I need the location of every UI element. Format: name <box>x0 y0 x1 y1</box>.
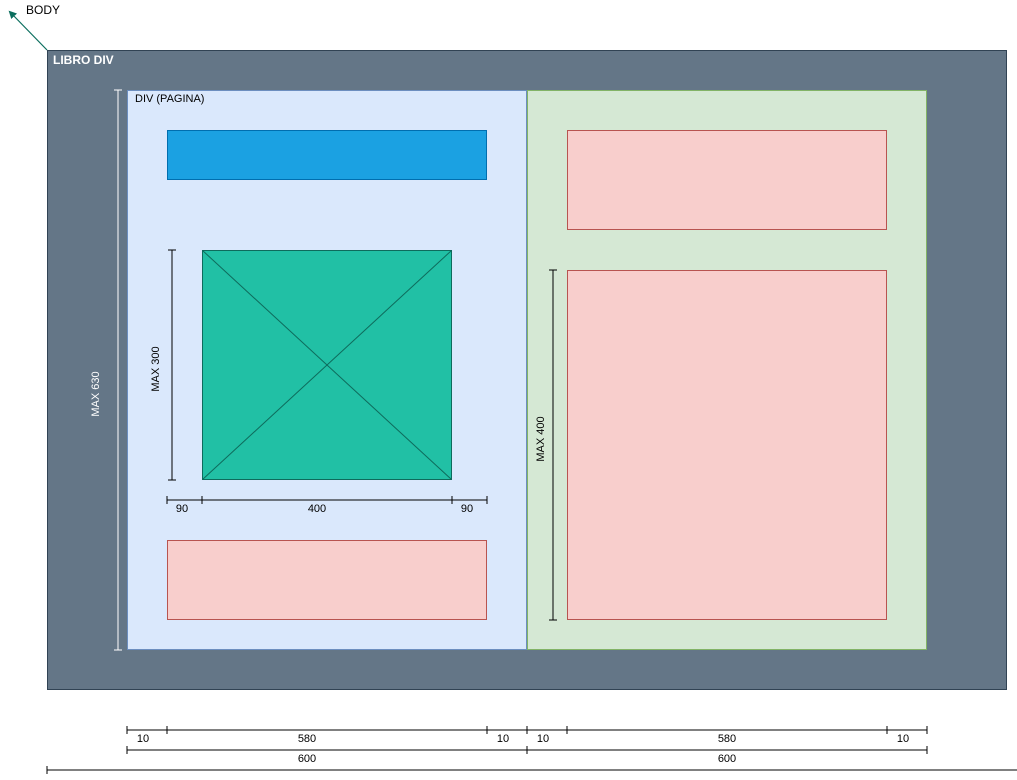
left-page-content-label: 580 <box>297 733 317 745</box>
max-300-label: MAX 300 <box>150 346 162 392</box>
right-top-block <box>567 130 887 230</box>
right-page-margin-right-label: 10 <box>896 733 910 745</box>
image-right-margin-label: 90 <box>460 503 474 515</box>
header-bar <box>167 130 487 180</box>
image-placeholder <box>202 250 452 480</box>
max-400-label: MAX 400 <box>535 416 547 462</box>
body-width-dimension <box>46 766 1017 774</box>
libro-div-label: LIBRO DIV <box>53 53 114 67</box>
right-page-margin-left-label: 10 <box>536 733 550 745</box>
left-bottom-block <box>167 540 487 620</box>
body-label: BODY <box>26 3 61 17</box>
page-div-label: DIV (PAGINA) <box>135 93 205 105</box>
max-630-label: MAX 630 <box>90 371 102 417</box>
left-page-width-label: 600 <box>297 753 317 765</box>
body-arrow <box>8 10 48 51</box>
right-page-content-label: 580 <box>717 733 737 745</box>
page-width-dimension <box>126 746 928 754</box>
left-page-margin-left-label: 10 <box>136 733 150 745</box>
page-margin-dimension <box>126 726 928 734</box>
image-left-margin-label: 90 <box>175 503 189 515</box>
right-page-width-label: 600 <box>717 753 737 765</box>
image-width-label: 400 <box>307 503 327 515</box>
left-page-margin-right-label: 10 <box>496 733 510 745</box>
right-main-block <box>567 270 887 620</box>
